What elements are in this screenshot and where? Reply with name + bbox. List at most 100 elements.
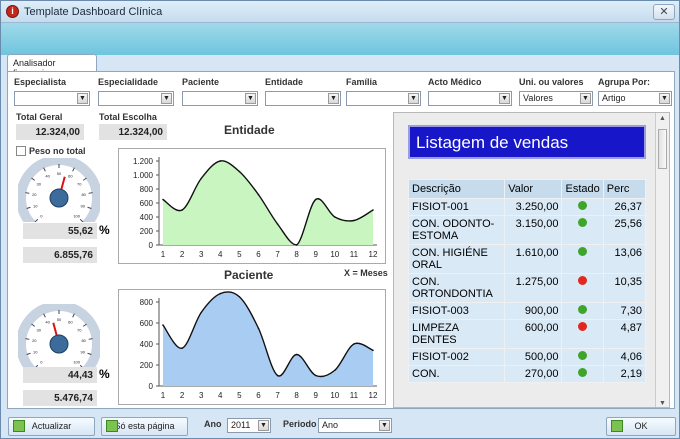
chevron-down-icon[interactable]: ▼ [161, 93, 172, 104]
scroll-down-icon[interactable]: ▼ [659, 400, 666, 407]
data-point [181, 347, 183, 349]
chevron-down-icon[interactable]: ▼ [258, 420, 269, 431]
col-header-estado[interactable]: Estado [561, 179, 604, 199]
gauge-tick [31, 323, 36, 327]
cell-perc: 2,19 [602, 365, 647, 383]
so-esta-pagina-button[interactable]: Só esta página [101, 417, 188, 436]
paciente-label: Paciente [182, 77, 220, 87]
data-point [334, 369, 336, 372]
data-point [257, 327, 260, 330]
y-tick-label: 200 [140, 361, 154, 370]
x-tick-label: 4 [218, 250, 223, 259]
col-header-valor[interactable]: Valor [504, 179, 563, 199]
data-point [372, 349, 374, 352]
data-point [219, 292, 222, 295]
x-tick-label: 8 [294, 250, 299, 259]
gauge-tick-label: 90 [81, 204, 86, 209]
periodo-select[interactable]: Ano ▼ [318, 418, 392, 433]
status-green-icon [578, 305, 588, 314]
table-row[interactable]: FISIOT-001 3.250,00 26,37 [407, 198, 647, 216]
cell-descricao: CON. ORTONDONTIA [407, 273, 506, 303]
scroll-up-icon[interactable]: ▲ [659, 115, 666, 122]
listagem-panel: Listagem de vendas Descrição Valor Estad… [393, 112, 670, 408]
gauge-tick [25, 338, 30, 340]
chart-entidade: 1.2001.00080060040020001 2 3 4 5 6 7 8 9 10 11 12 [118, 148, 386, 264]
x-meses-note: X = Meses [344, 268, 388, 278]
chevron-down-icon[interactable]: ▼ [408, 93, 419, 104]
x-tick-label: 4 [218, 391, 223, 400]
total-escolha-label: Total Escolha [99, 112, 157, 122]
close-button[interactable]: ✕ [653, 4, 675, 20]
data-point [181, 209, 183, 211]
table-row[interactable]: CON. ORTONDONTIA 1.275,00 10,35 [407, 273, 647, 303]
data-point [162, 324, 164, 326]
uni-valores-select[interactable]: Valores ▼ [519, 91, 593, 106]
total-geral-label: Total Geral [16, 112, 63, 122]
especialista-select[interactable]: ▼ [14, 91, 90, 106]
app-icon: i [6, 5, 19, 18]
x-tick-label: 3 [199, 391, 204, 400]
data-point [219, 160, 222, 162]
cell-descricao: FISIOT-003 [407, 302, 506, 320]
data-point [238, 170, 241, 173]
table-header-row: Descrição Valor Estado Perc [407, 179, 647, 199]
gauge-tick-label: 30 [37, 181, 42, 186]
familia-select[interactable]: ▼ [346, 91, 421, 106]
gauge-tick [88, 192, 93, 194]
x-tick-label: 7 [275, 250, 280, 259]
x-tick-label: 8 [294, 391, 299, 400]
acto-medico-select[interactable]: ▼ [428, 91, 512, 106]
table-row[interactable]: CON. ODONTO-ESTOMA 3.150,00 25,56 [407, 215, 647, 245]
gauge-paciente: 010 20 3040 50 60 70 80 90100 [18, 304, 100, 368]
table-row[interactable]: CON. HIGIÉNE ORAL 1.610,00 13,06 [407, 244, 647, 274]
vertical-scrollbar[interactable]: ▲ ▼ [655, 113, 669, 407]
data-point [295, 353, 298, 356]
x-tick-label: 5 [237, 391, 242, 400]
status-red-icon [578, 276, 588, 285]
chevron-down-icon[interactable]: ▼ [328, 93, 339, 104]
listagem-title: Listagem de vendas [408, 125, 646, 159]
data-point [276, 223, 279, 225]
gauge-hub [49, 188, 69, 208]
cell-descricao: LIMPEZA DENTES [407, 319, 506, 349]
table-row[interactable]: FISIOT-003 900,00 7,30 [407, 302, 647, 320]
uni-valores-label: Uni. ou valores [519, 77, 584, 87]
y-tick-label: 1.200 [133, 157, 154, 166]
ano-select[interactable]: 2011 ▼ [227, 418, 271, 433]
especialista-label: Especialista [14, 77, 67, 87]
col-header-descricao[interactable]: Descrição [407, 179, 506, 199]
data-point [200, 177, 202, 180]
chevron-down-icon[interactable]: ▼ [659, 93, 670, 104]
cell-valor: 3.150,00 [504, 215, 563, 245]
table-row[interactable]: FISIOT-002 500,00 4,06 [407, 348, 647, 366]
chevron-down-icon[interactable]: ▼ [580, 93, 591, 104]
data-point [162, 198, 164, 201]
chevron-down-icon[interactable]: ▼ [77, 93, 88, 104]
gauge2-percent: 44,43 [23, 367, 97, 383]
scrollbar-thumb[interactable] [658, 129, 667, 169]
chevron-down-icon[interactable]: ▼ [379, 420, 390, 431]
chevron-down-icon[interactable]: ▼ [499, 93, 510, 104]
actualizar-button[interactable]: Actualizar [8, 417, 95, 436]
x-tick-label: 10 [330, 391, 339, 400]
especialidade-select[interactable]: ▼ [98, 91, 174, 106]
tab-analisador-financeiro[interactable]: Analisador financeiro [7, 54, 97, 78]
gauge-tick-label: 100 [73, 360, 80, 365]
table-row[interactable]: CON. 270,00 2,19 [407, 365, 647, 383]
gauge-tick-label: 80 [81, 192, 86, 197]
chevron-down-icon[interactable]: ▼ [245, 93, 256, 104]
gauge-tick-label: 20 [32, 192, 37, 197]
gauge-tick-label: 0 [40, 360, 43, 365]
agrupa-por-select[interactable]: Artigo ▼ [598, 91, 672, 106]
table-row[interactable]: LIMPEZA DENTES 600,00 4,87 [407, 319, 647, 349]
peso-no-total-checkbox[interactable] [16, 146, 26, 156]
x-tick-label: 6 [256, 250, 261, 259]
y-tick-label: 800 [140, 298, 154, 307]
col-header-perc[interactable]: Perc [602, 179, 647, 199]
entidade-select[interactable]: ▼ [265, 91, 341, 106]
status-green-icon [578, 351, 588, 360]
ok-button[interactable]: OK [606, 417, 676, 436]
x-tick-label: 9 [314, 250, 319, 259]
paciente-select[interactable]: ▼ [182, 91, 258, 106]
cell-estado [561, 302, 604, 320]
